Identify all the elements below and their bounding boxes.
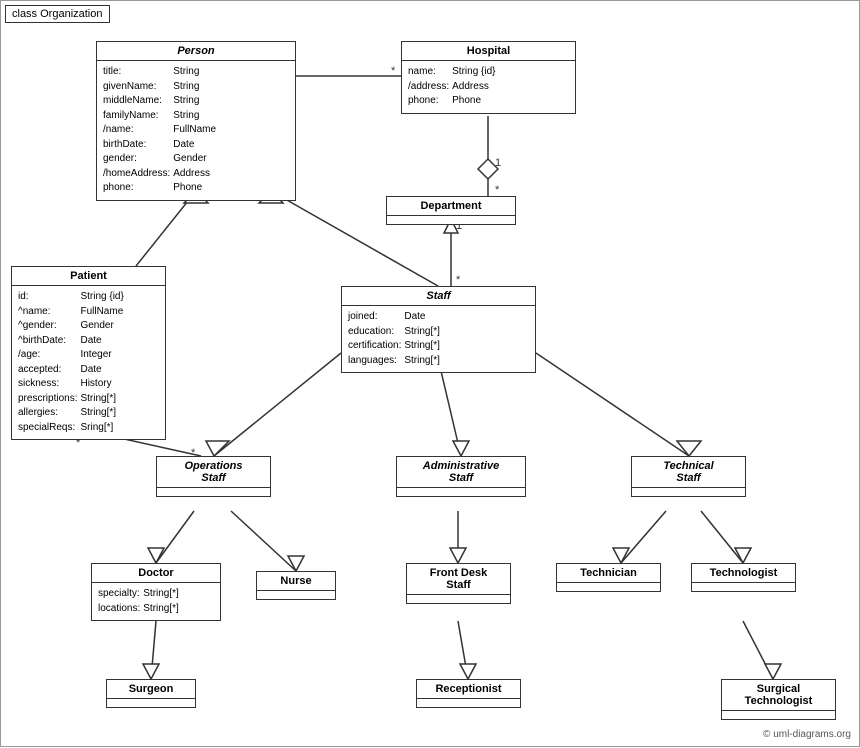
- receptionist-title: Receptionist: [417, 680, 520, 699]
- person-attrs: title:String givenName:String middleName…: [97, 61, 295, 200]
- patient-title: Patient: [12, 267, 165, 286]
- ops-staff-attrs: [157, 488, 270, 496]
- receptionist-class: Receptionist: [416, 679, 521, 708]
- surgeon-attrs: [107, 699, 195, 707]
- admin-staff-attrs: [397, 488, 525, 496]
- ops-staff-title: OperationsStaff: [157, 457, 270, 488]
- technician-attrs: [557, 583, 660, 591]
- doctor-class: Doctor specialty:String[*] locations:Str…: [91, 563, 221, 621]
- staff-attrs: joined:Date education:String[*] certific…: [342, 306, 535, 372]
- doctor-title: Doctor: [92, 564, 220, 583]
- surgeon-title: Surgeon: [107, 680, 195, 699]
- tech-staff-class: TechnicalStaff: [631, 456, 746, 497]
- patient-class: Patient id:String {id} ^name:FullName ^g…: [11, 266, 166, 440]
- receptionist-attrs: [417, 699, 520, 707]
- svg-text:*: *: [456, 274, 461, 286]
- department-class: Department: [386, 196, 516, 225]
- hospital-title: Hospital: [402, 42, 575, 61]
- admin-staff-class: AdministrativeStaff: [396, 456, 526, 497]
- hospital-class: Hospital name:String {id} /address:Addre…: [401, 41, 576, 114]
- front-desk-class: Front DeskStaff: [406, 563, 511, 604]
- frame-label: class Organization: [5, 5, 110, 23]
- department-attrs: [387, 216, 515, 224]
- technologist-attrs: [692, 583, 795, 591]
- diagram-container: class Organization * * 1 * 1 * * *: [0, 0, 860, 747]
- surgical-tech-class: SurgicalTechnologist: [721, 679, 836, 720]
- staff-title: Staff: [342, 287, 535, 306]
- tech-staff-attrs: [632, 488, 745, 496]
- front-desk-attrs: [407, 595, 510, 603]
- svg-text:*: *: [495, 184, 500, 196]
- nurse-title: Nurse: [257, 572, 335, 591]
- surgical-tech-attrs: [722, 711, 835, 719]
- copyright: © uml-diagrams.org: [763, 729, 851, 740]
- nurse-class: Nurse: [256, 571, 336, 600]
- svg-text:1: 1: [495, 157, 501, 169]
- technologist-class: Technologist: [691, 563, 796, 592]
- person-class: Person title:String givenName:String mid…: [96, 41, 296, 201]
- technician-title: Technician: [557, 564, 660, 583]
- front-desk-title: Front DeskStaff: [407, 564, 510, 595]
- tech-staff-title: TechnicalStaff: [632, 457, 745, 488]
- admin-staff-title: AdministrativeStaff: [397, 457, 525, 488]
- doctor-attrs: specialty:String[*] locations:String[*]: [92, 583, 220, 620]
- surgeon-class: Surgeon: [106, 679, 196, 708]
- technician-class: Technician: [556, 563, 661, 592]
- svg-text:*: *: [391, 65, 396, 77]
- ops-staff-class: OperationsStaff: [156, 456, 271, 497]
- staff-class: Staff joined:Date education:String[*] ce…: [341, 286, 536, 373]
- department-title: Department: [387, 197, 515, 216]
- patient-attrs: id:String {id} ^name:FullName ^gender:Ge…: [12, 286, 165, 439]
- surgical-tech-title: SurgicalTechnologist: [722, 680, 835, 711]
- technologist-title: Technologist: [692, 564, 795, 583]
- nurse-attrs: [257, 591, 335, 599]
- hospital-attrs: name:String {id} /address:Address phone:…: [402, 61, 575, 113]
- person-title: Person: [97, 42, 295, 61]
